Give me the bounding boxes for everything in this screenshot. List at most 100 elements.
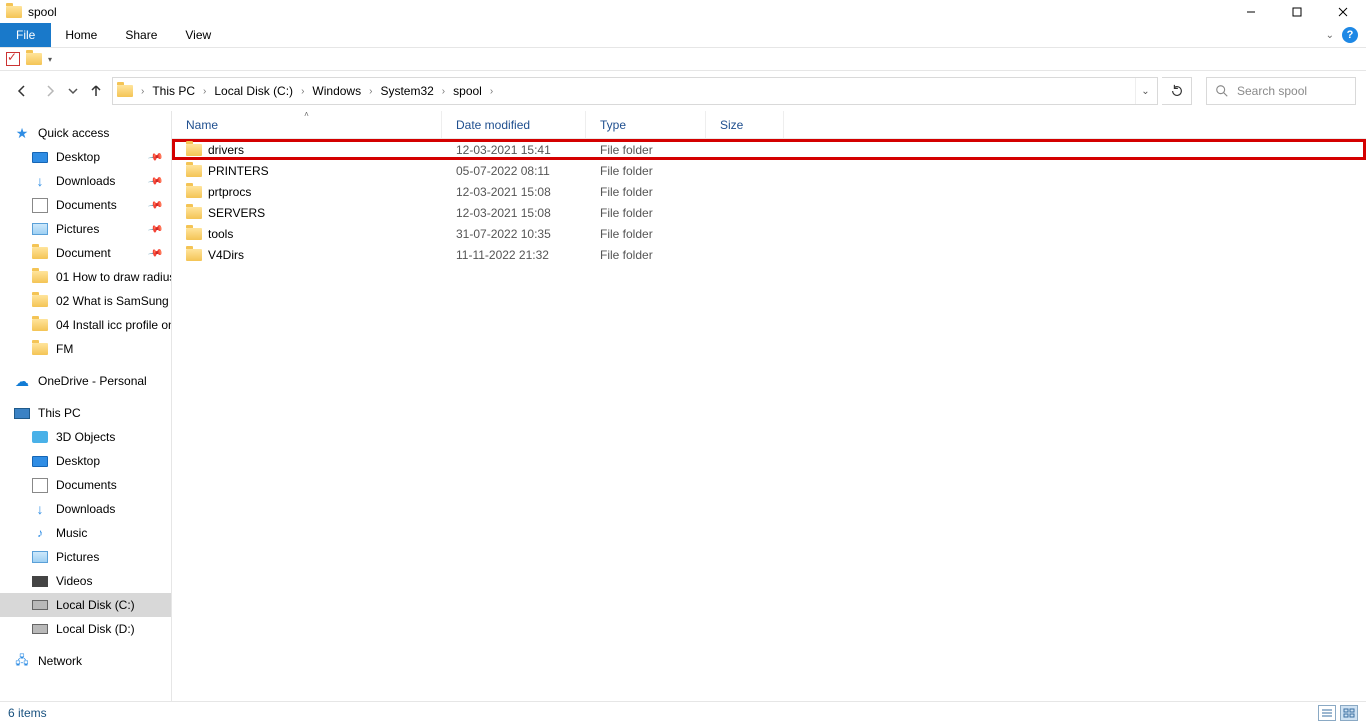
pin-icon: 📌 [147,173,164,189]
status-bar: 6 items [0,701,1366,723]
nav-label: FM [56,342,73,356]
breadcrumb[interactable]: Windows [310,84,363,98]
refresh-button[interactable] [1162,77,1192,105]
file-row[interactable]: V4Dirs11-11-2022 21:32File folder [172,244,1366,265]
column-name[interactable]: Name ˄ [172,111,442,138]
pin-icon: 📌 [147,245,164,261]
qat-properties-icon[interactable] [6,52,20,66]
nav-label: Quick access [38,126,109,140]
up-button[interactable] [84,79,108,103]
breadcrumb-sep-icon[interactable]: › [135,86,150,97]
nav-item[interactable]: 04 Install icc profile on [0,313,171,337]
nav-item[interactable]: ↓Downloads [0,497,171,521]
nav-item[interactable]: 02 What is SamSung c [0,289,171,313]
file-row[interactable]: tools31-07-2022 10:35File folder [172,223,1366,244]
nav-item[interactable]: Desktop [0,449,171,473]
navigation-bar: › This PC › Local Disk (C:) › Windows › … [0,71,1366,111]
file-name: PRINTERS [208,164,269,178]
window-folder-icon [6,6,22,18]
nav-item[interactable]: Documents [0,473,171,497]
help-icon[interactable]: ? [1342,27,1358,43]
breadcrumb-sep-icon[interactable]: › [363,86,378,97]
nav-label: This PC [38,406,81,420]
close-button[interactable] [1320,0,1366,23]
breadcrumb-sep-icon[interactable]: › [484,86,499,97]
file-row[interactable]: prtprocs12-03-2021 15:08File folder [172,181,1366,202]
search-placeholder: Search spool [1237,84,1307,98]
download-icon: ↓ [32,173,48,189]
breadcrumb-sep-icon[interactable]: › [295,86,310,97]
nav-item[interactable]: Local Disk (D:) [0,617,171,641]
maximize-button[interactable] [1274,0,1320,23]
nav-item[interactable]: FM [0,337,171,361]
minimize-button[interactable] [1228,0,1274,23]
pc-icon [14,408,30,419]
nav-label: Documents [56,198,117,212]
nav-label: 02 What is SamSung c [56,294,171,308]
file-date: 12-03-2021 15:08 [442,206,586,220]
view-large-icons-icon[interactable] [1340,705,1358,721]
nav-label: 3D Objects [56,430,115,444]
address-bar[interactable]: › This PC › Local Disk (C:) › Windows › … [112,77,1158,105]
column-date[interactable]: Date modified [442,111,586,138]
breadcrumb[interactable]: Local Disk (C:) [212,84,295,98]
nav-label: Pictures [56,550,99,564]
qat-new-folder-icon[interactable] [26,53,42,65]
file-row[interactable]: drivers12-03-2021 15:41File folder [172,139,1366,160]
nav-quick-access[interactable]: ★ Quick access [0,121,171,145]
doc-icon [32,198,48,213]
nav-item[interactable]: Local Disk (C:) [0,593,171,617]
status-text: 6 items [8,706,47,720]
breadcrumb[interactable]: This PC [150,84,197,98]
address-folder-icon [117,85,133,97]
qat-dropdown-icon[interactable]: ▾ [48,55,52,64]
nav-item[interactable]: Pictures📌 [0,217,171,241]
nav-network[interactable]: 🖧 Network [0,649,171,673]
nav-onedrive[interactable]: ☁ OneDrive - Personal [0,369,171,393]
nav-item[interactable]: Desktop📌 [0,145,171,169]
file-row[interactable]: PRINTERS05-07-2022 08:11File folder [172,160,1366,181]
column-size[interactable]: Size [706,111,784,138]
pin-icon: 📌 [147,149,164,165]
nav-item[interactable]: Documents 📌 [0,193,171,217]
nav-item[interactable]: 01 How to draw radius [0,265,171,289]
ribbon-tab-share[interactable]: Share [111,23,171,47]
view-details-icon[interactable] [1318,705,1336,721]
search-input[interactable]: Search spool [1206,77,1356,105]
nav-label: Downloads [56,502,115,516]
sort-asc-icon: ˄ [304,110,309,119]
desktop-icon [32,456,48,467]
file-name: prtprocs [208,185,251,199]
forward-button[interactable] [38,79,62,103]
recent-locations-button[interactable] [66,79,80,103]
nav-this-pc[interactable]: This PC [0,401,171,425]
breadcrumb[interactable]: spool [451,84,484,98]
file-row[interactable]: SERVERS12-03-2021 15:08File folder [172,202,1366,223]
nav-item[interactable]: Videos [0,569,171,593]
file-type: File folder [586,227,706,241]
nav-label: Videos [56,574,92,588]
breadcrumb-sep-icon[interactable]: › [197,86,212,97]
nav-label: Document [56,246,111,260]
file-type: File folder [586,143,706,157]
file-type: File folder [586,248,706,262]
pin-icon: 📌 [147,197,164,213]
column-label: Name [186,118,218,132]
nav-item[interactable]: ♪Music [0,521,171,545]
back-button[interactable] [10,79,34,103]
file-type: File folder [586,206,706,220]
pic-icon [32,223,48,235]
ribbon-tab-file[interactable]: File [0,23,51,47]
nav-item[interactable]: ↓Downloads📌 [0,169,171,193]
nav-item[interactable]: Pictures [0,545,171,569]
folder-icon [32,247,48,259]
ribbon-collapse-icon[interactable]: ⌄ [1326,30,1334,41]
column-type[interactable]: Type [586,111,706,138]
breadcrumb[interactable]: System32 [378,84,435,98]
nav-item[interactable]: 3D Objects [0,425,171,449]
ribbon-tab-home[interactable]: Home [51,23,111,47]
ribbon-tab-view[interactable]: View [171,23,225,47]
nav-item[interactable]: Document 📌 [0,241,171,265]
address-history-dropdown[interactable]: ⌄ [1135,78,1155,104]
breadcrumb-sep-icon[interactable]: › [436,86,451,97]
